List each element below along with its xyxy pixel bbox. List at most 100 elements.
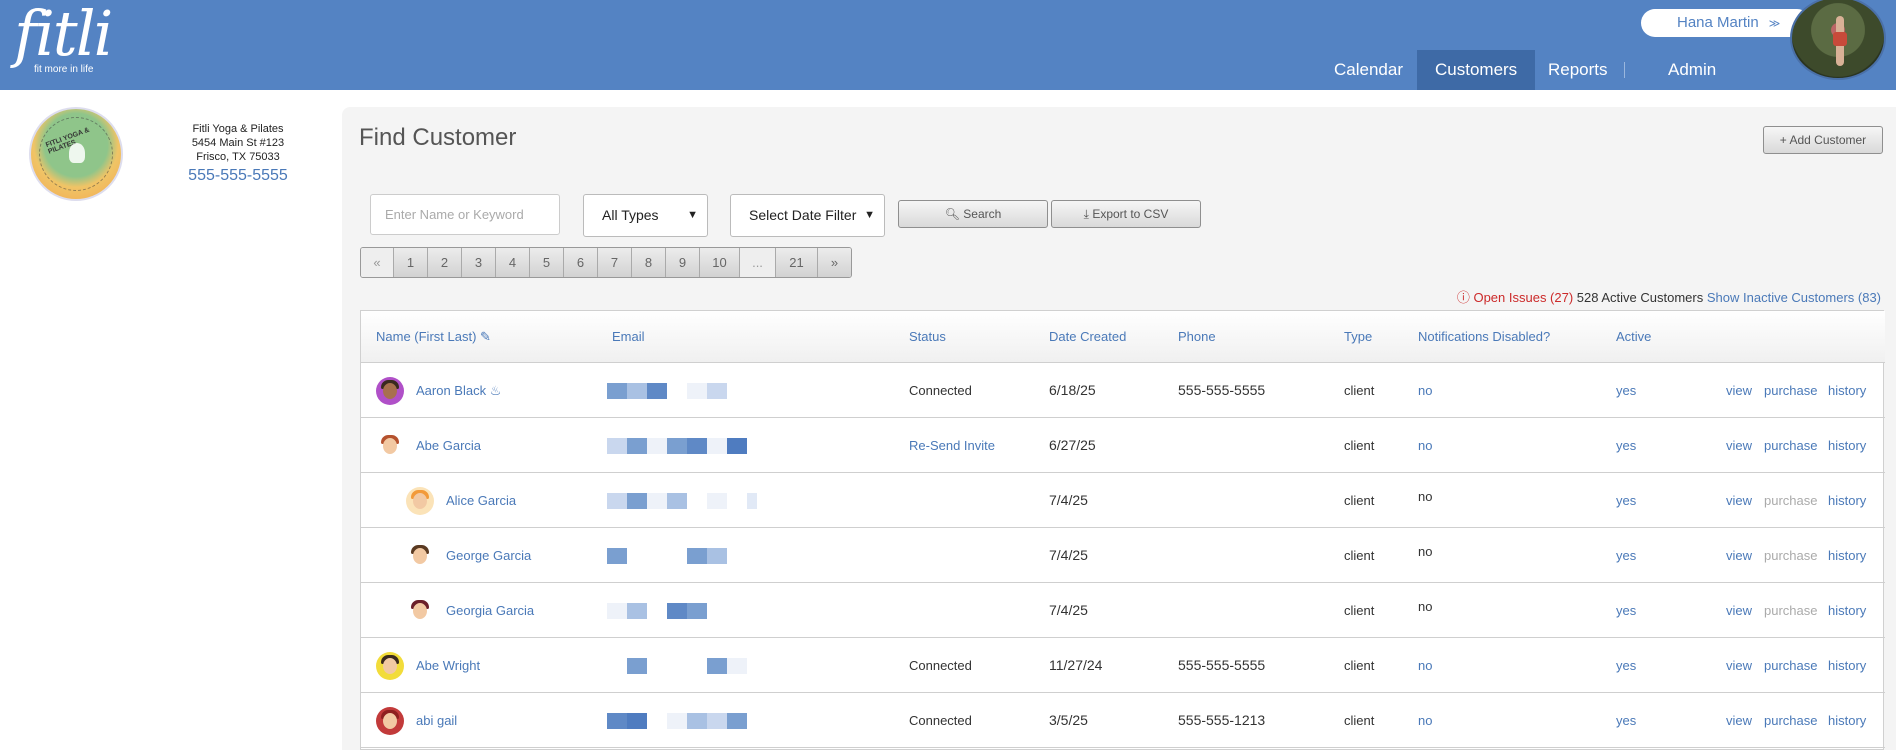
nav-admin[interactable]: Admin <box>1650 50 1734 90</box>
page-5[interactable]: 5 <box>530 248 564 277</box>
pagination: « 1 2 3 4 5 6 7 8 9 10 ... 21 » <box>360 247 852 278</box>
resend-invite-link[interactable]: Re-Send Invite <box>909 418 995 473</box>
page-7[interactable]: 7 <box>598 248 632 277</box>
status-text: Connected <box>909 383 972 398</box>
table-row: abi gail Connected 3/5/25 555-555-1213 c… <box>361 693 1885 748</box>
active-toggle[interactable]: yes <box>1616 583 1636 638</box>
col-date-created[interactable]: Date Created <box>1049 311 1126 363</box>
active-toggle[interactable]: yes <box>1616 693 1636 748</box>
phone: 555-555-5555 <box>1178 657 1266 673</box>
col-notifications-disabled[interactable]: Notifications Disabled? <box>1418 311 1550 363</box>
table-row: George Garcia 7/4/25 client no yes view … <box>361 528 1885 583</box>
add-customer-button[interactable]: + Add Customer <box>1763 126 1883 154</box>
page-21[interactable]: 21 <box>776 248 818 277</box>
customer-name-link[interactable]: Alice Garcia <box>446 473 516 528</box>
notifications-toggle[interactable]: no <box>1418 363 1432 418</box>
page-9[interactable]: 9 <box>666 248 700 277</box>
col-type[interactable]: Type <box>1344 311 1372 363</box>
customer-name-link[interactable]: George Garcia <box>446 528 531 583</box>
purchase-link[interactable]: purchase <box>1764 363 1817 418</box>
view-link[interactable]: view <box>1726 528 1752 583</box>
page-6[interactable]: 6 <box>564 248 598 277</box>
nav-reports[interactable]: Reports <box>1530 50 1626 90</box>
page-prev[interactable]: « <box>361 248 394 277</box>
view-link[interactable]: view <box>1726 638 1752 693</box>
page-8[interactable]: 8 <box>632 248 666 277</box>
search-input[interactable] <box>370 194 560 235</box>
history-link[interactable]: history <box>1828 638 1866 693</box>
col-phone[interactable]: Phone <box>1178 311 1216 363</box>
customer-name-link[interactable]: Georgia Garcia <box>446 583 534 638</box>
nav-customers[interactable]: Customers <box>1417 50 1536 90</box>
chevron-down-icon: ▼ <box>864 209 875 221</box>
date-created: 7/4/25 <box>1049 547 1088 563</box>
email-redacted <box>607 658 747 674</box>
notifications-toggle[interactable]: no <box>1418 638 1432 693</box>
purchase-link[interactable]: purchase <box>1764 418 1817 473</box>
date-created: 7/4/25 <box>1049 492 1088 508</box>
business-phone[interactable]: 555-555-5555 <box>160 164 316 188</box>
type-select[interactable]: All Types ▼ <box>583 194 708 237</box>
col-name[interactable]: Name (First Last) ✎ <box>376 311 491 363</box>
page-next[interactable]: » <box>818 248 851 277</box>
view-link[interactable]: view <box>1726 473 1752 528</box>
history-link[interactable]: history <box>1828 473 1866 528</box>
alert-circle-icon: ⓘ <box>1456 290 1470 305</box>
email-redacted <box>607 493 757 509</box>
notifications-toggle[interactable]: no <box>1418 418 1432 473</box>
active-toggle[interactable]: yes <box>1616 363 1636 418</box>
export-button-label: Export to CSV <box>1092 207 1169 221</box>
phone: 555-555-1213 <box>1178 712 1266 728</box>
history-link[interactable]: history <box>1828 693 1866 748</box>
customer-name-link[interactable]: Aaron Black ♨ <box>416 363 501 418</box>
nav-calendar[interactable]: Calendar <box>1316 50 1421 90</box>
birthday-cake-icon: ♨ <box>489 383 502 398</box>
export-csv-button[interactable]: ⤓ Export to CSV <box>1051 200 1201 228</box>
avatar <box>376 432 404 460</box>
purchase-link[interactable]: purchase <box>1764 638 1817 693</box>
page-3[interactable]: 3 <box>462 248 496 277</box>
notifications-toggle[interactable]: no <box>1418 693 1432 748</box>
date-filter-select[interactable]: Select Date Filter ▼ <box>730 194 885 237</box>
logo-wordmark: fitli <box>14 0 113 70</box>
open-issues-link[interactable]: Open Issues (27) <box>1473 290 1573 305</box>
page-1[interactable]: 1 <box>394 248 428 277</box>
col-status[interactable]: Status <box>909 311 946 363</box>
type-select-value: All Types <box>602 207 659 223</box>
date-created: 7/4/25 <box>1049 602 1088 618</box>
customer-name-link[interactable]: Abe Garcia <box>416 418 481 473</box>
view-link[interactable]: view <box>1726 363 1752 418</box>
view-link[interactable]: view <box>1726 693 1752 748</box>
view-link[interactable]: view <box>1726 583 1752 638</box>
history-link[interactable]: history <box>1828 528 1866 583</box>
history-link[interactable]: history <box>1828 363 1866 418</box>
avatar <box>406 487 434 515</box>
fitli-logo[interactable]: fitli fit more in life <box>14 0 113 76</box>
status-text: Connected <box>909 658 972 673</box>
show-inactive-link[interactable]: Show Inactive Customers (83) <box>1707 290 1881 305</box>
customer-name-link[interactable]: abi gail <box>416 693 457 748</box>
active-toggle[interactable]: yes <box>1616 418 1636 473</box>
history-link[interactable]: history <box>1828 418 1866 473</box>
user-menu[interactable]: Hana Martin ≫ <box>1641 9 1811 37</box>
page-2[interactable]: 2 <box>428 248 462 277</box>
active-toggle[interactable]: yes <box>1616 473 1636 528</box>
page-10[interactable]: 10 <box>700 248 740 277</box>
search-button[interactable]: 🔍︎ Search <box>898 200 1048 228</box>
active-toggle[interactable]: yes <box>1616 528 1636 583</box>
page-4[interactable]: 4 <box>496 248 530 277</box>
col-email[interactable]: Email <box>612 311 645 363</box>
col-active[interactable]: Active <box>1616 311 1651 363</box>
table-row: Georgia Garcia 7/4/25 client no yes view… <box>361 583 1885 638</box>
active-toggle[interactable]: yes <box>1616 638 1636 693</box>
history-link[interactable]: history <box>1828 583 1866 638</box>
pencil-icon[interactable]: ✎ <box>480 329 491 344</box>
view-link[interactable]: view <box>1726 418 1752 473</box>
table-row: Aaron Black ♨ Connected 6/18/25 555-555-… <box>361 363 1885 418</box>
type: client <box>1344 438 1375 453</box>
type: client <box>1344 548 1375 563</box>
purchase-link[interactable]: purchase <box>1764 693 1817 748</box>
email-redacted <box>607 383 727 399</box>
user-avatar[interactable] <box>1790 0 1886 80</box>
customer-name-link[interactable]: Abe Wright <box>416 638 480 693</box>
